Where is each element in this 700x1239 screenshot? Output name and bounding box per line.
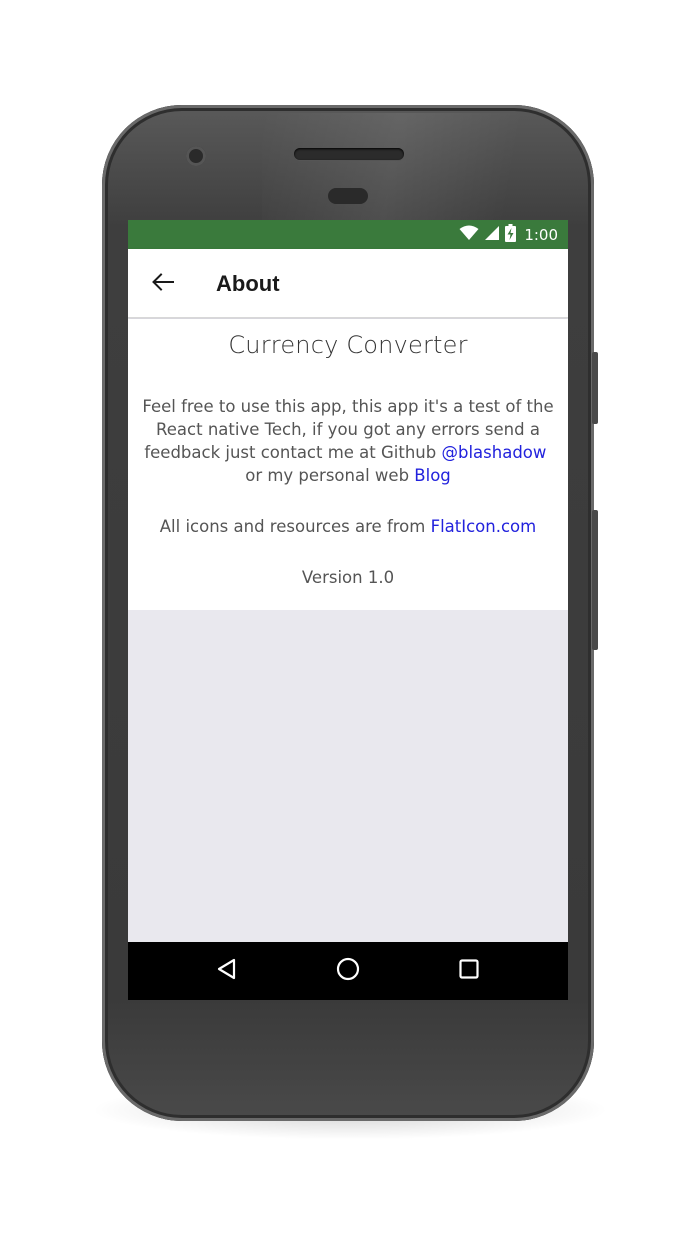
version-label: Version 1.0	[301, 568, 395, 587]
arrow-left-icon	[152, 273, 174, 295]
proximity-sensor	[328, 188, 368, 204]
back-button[interactable]	[146, 267, 180, 301]
power-button	[592, 510, 598, 650]
signal-icon	[484, 225, 500, 245]
about-card: Currency Converter Feel free to use this…	[128, 319, 568, 610]
app-name-heading: Currency Converter	[228, 331, 468, 359]
phone-glare	[262, 113, 592, 223]
navigation-bar	[128, 942, 568, 1000]
front-camera	[186, 146, 206, 166]
recents-square-icon	[459, 959, 479, 983]
status-time: 1:00	[524, 225, 558, 244]
github-link[interactable]: @blashadow	[442, 443, 547, 462]
about-description: Feel free to use this app, this app it's…	[140, 395, 556, 487]
credits-text: All icons and resources are from	[159, 517, 426, 536]
earpiece-speaker	[294, 148, 404, 160]
app-bar: About	[128, 249, 568, 318]
nav-back-button[interactable]	[212, 956, 242, 986]
credits-line: All icons and resources are from FlatIco…	[128, 515, 568, 538]
status-icons: 1:00	[459, 220, 558, 249]
back-triangle-icon	[216, 958, 238, 984]
status-bar: 1:00	[128, 220, 568, 249]
flaticon-link[interactable]: FlatIcon.com	[431, 517, 537, 536]
nav-home-button[interactable]	[333, 956, 363, 986]
nav-recents-button[interactable]	[454, 956, 484, 986]
screen: 1:00 About Currency Converter Feel free …	[128, 220, 568, 1000]
blog-prefix-text: or my personal web	[245, 466, 410, 485]
home-circle-icon	[336, 957, 360, 985]
volume-button	[592, 352, 598, 424]
battery-charging-icon	[505, 223, 517, 246]
device-mockup: 1:00 About Currency Converter Feel free …	[0, 0, 700, 1239]
wifi-icon	[459, 225, 479, 245]
page-title: About	[216, 271, 280, 296]
blog-link[interactable]: Blog	[414, 466, 450, 485]
